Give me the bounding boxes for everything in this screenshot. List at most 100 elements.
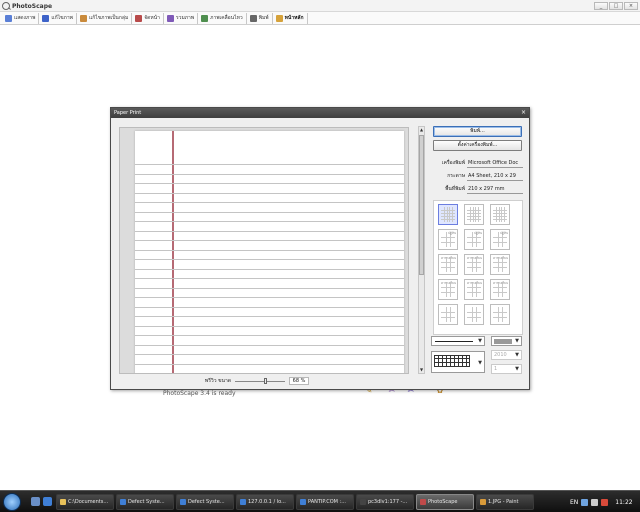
paper-template-schedule[interactable]: ตารางเรียน [464,279,484,300]
tab-home[interactable]: หน้าหลัก [273,12,308,24]
tab-label: แก้ไขภาพเป็นกลุ่ม [88,15,129,21]
tab-animated-gif[interactable]: ภาพเคลื่อนไหว [198,12,247,24]
count-select-value: 1 [494,366,498,372]
taskbar-button-label: PANTIP.COM :... [308,498,346,505]
paper-template-calendar[interactable]: ปฏิทิน [438,229,458,250]
zoom-slider[interactable] [235,378,285,384]
app-title: PhotoScape [2,1,52,11]
template-grid-line [493,261,507,263]
start-button[interactable] [3,492,21,511]
close-button[interactable]: × [624,2,638,10]
network-icon [581,498,589,506]
paper-template-music[interactable] [490,304,510,325]
template-grid-line [441,241,455,243]
grid-style-select[interactable]: ▼ [431,351,485,373]
taskbar-button[interactable]: C:\Documents... [56,493,114,510]
tab-viewer[interactable]: แสดงภาพ [2,12,40,24]
task-app-icon [60,498,66,505]
paper-template-schedule[interactable]: ตารางเรียน [438,279,458,300]
task-buttons: C:\Documents... Defect Syste... Defect Sys… [56,493,536,510]
taskbar-button[interactable]: PhotoScape [416,493,474,510]
combine-icon [166,14,174,22]
template-grid-line [441,261,455,263]
print-area-label: พื้นที่พิมพ์ [445,186,465,192]
tab-label: ภาพเคลื่อนไหว [210,15,243,21]
chevron-down-icon: ▼ [478,360,482,366]
minimize-button[interactable]: _ [594,2,608,10]
paper-template-table[interactable] [464,304,484,325]
template-grid-line [476,307,478,322]
scrollbar-thumb[interactable] [419,135,424,275]
paper-template-calendar[interactable]: ปฏิทิน [490,229,510,250]
paper-label: กระดาษ [447,173,465,179]
volume-icon[interactable] [591,498,599,506]
taskbar-button[interactable]: pc3dlv1:177 -... [356,493,414,510]
language-indicator[interactable]: EN [570,499,578,506]
scroll-up-icon[interactable]: ▲ [419,127,424,133]
template-thumbnail [493,207,507,222]
template-label: ปฏิทิน [500,231,508,235]
zoom-label: พรีวิว ขนาด [204,378,231,384]
template-grid-line [471,232,473,247]
template-grid-line [467,286,481,288]
template-grid-line [441,266,455,268]
show-desktop-icon[interactable] [31,497,40,506]
line-style-select[interactable]: ▼ [431,336,485,346]
paper-info-row: กระดาษ A4 Sheet, 210 x 29 [431,171,523,181]
paper-template-schedule[interactable]: ตารางเรียน [438,254,458,275]
chevron-down-icon: ▼ [478,338,482,344]
taskbar-button[interactable]: 127.0.0.1 / lo... [236,493,294,510]
year-select[interactable]: 2010 ▼ [491,350,522,360]
template-label: ปฏิทิน [448,231,456,235]
template-label: ตารางเรียน [493,281,508,285]
taskbar-button[interactable]: Defect Syste... [176,493,234,510]
paper-template-grid-plain[interactable] [490,204,510,225]
task-app-icon [180,498,186,505]
count-select[interactable]: 1 ▼ [491,364,522,374]
paper-template-grid-fine-blue[interactable] [438,204,458,225]
scroll-down-icon[interactable]: ▼ [419,367,424,373]
editor-icon [42,14,50,22]
taskbar-button[interactable]: 1.JPG - Paint [476,493,534,510]
paper-template-calendar[interactable]: ปฏิทิน [464,229,484,250]
paper-template-gallery: ปฏิทิน ปฏิทิน ปฏิทิน ตารางเรียน ตารางเรียน ตา… [433,200,523,335]
template-grid-line [493,241,507,243]
tab-page[interactable]: จัดหน้า [132,12,164,24]
tab-print[interactable]: พิมพ์ [247,12,273,24]
preview-scrollbar[interactable]: ▲ ▼ [418,126,425,374]
browser-icon[interactable] [43,497,52,506]
batch-editor-icon [79,14,87,22]
dialog-close-icon[interactable]: × [521,108,526,118]
line-color-select[interactable]: ▼ [491,336,522,346]
template-grid-line [471,307,473,322]
tab-label: รวมภาพ [175,15,195,21]
paper-template-schedule[interactable]: ตารางเรียน [464,254,484,275]
paper-rule-line [135,335,404,336]
printer-setup-button[interactable]: ตั้งค่าเครื่องพิมพ์... [433,140,522,151]
template-grid-line [441,236,455,238]
taskbar-button[interactable]: PANTIP.COM :... [296,493,354,510]
paper-template-schedule[interactable]: ตารางเรียน [490,254,510,275]
paper-template-list[interactable] [438,304,458,325]
paper-template-grid-dots[interactable] [464,204,484,225]
template-grid-line [450,307,452,322]
template-grid-line [478,207,480,222]
template-thumbnail [493,307,507,322]
maximize-button[interactable]: □ [609,2,623,10]
template-grid-line [452,207,454,222]
preview-zoom: พรีวิว ขนาด 68 % [199,376,419,386]
paper-rule-line [135,259,404,260]
template-grid-line [467,266,481,268]
zoom-slider-thumb[interactable] [264,378,267,384]
taskbar-button[interactable]: Defect Syste... [116,493,174,510]
template-grid-line [493,311,507,313]
tab-batch-editor[interactable]: แก้ไขภาพเป็นกลุ่ม [77,12,133,24]
paper-template-schedule[interactable]: ตารางเรียน [490,279,510,300]
tab-label: แก้ไขภาพ [51,15,73,21]
paper-rule-line [135,164,404,165]
print-button[interactable]: พิมพ์... [433,126,522,137]
print-area-info-row: พื้นที่พิมพ์ 210 x 297 mm [431,184,523,194]
tab-editor[interactable]: แก้ไขภาพ [39,12,77,24]
tab-combine[interactable]: รวมภาพ [164,12,199,24]
template-grid-line [445,232,447,247]
